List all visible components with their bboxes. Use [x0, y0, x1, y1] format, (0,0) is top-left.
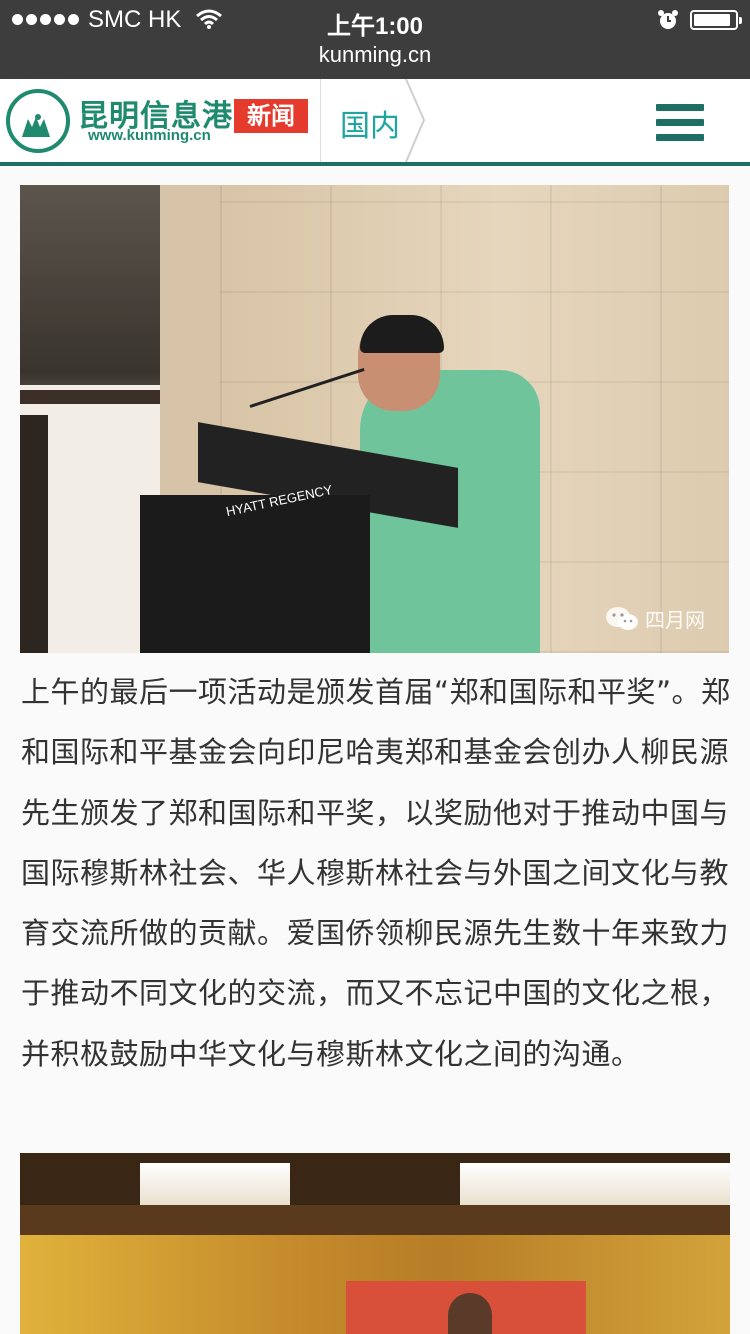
article-paragraph: 上午的最后一项活动是颁发首届“郑和国际和平奖”。郑和国际和平基金会向印尼哈夷郑和… [21, 675, 731, 1071]
logo-url-text: www.kunming.cn [88, 127, 211, 144]
site-header: 昆明信息港 www.kunming.cn 新闻 国内 [0, 79, 750, 166]
chevron-right-icon [405, 79, 426, 162]
article-photo-hall [20, 1153, 730, 1334]
section-label: 国内 [340, 109, 400, 144]
status-bar: SMC HK 上午1:00 [0, 0, 750, 40]
watermark-text: 四月网 [645, 608, 705, 632]
site-logo[interactable]: 昆明信息港 www.kunming.cn 新闻 [6, 89, 308, 153]
browser-top-bar: SMC HK 上午1:00 kunming.cn [0, 0, 750, 79]
address-bar-url[interactable]: kunming.cn [0, 42, 750, 68]
alarm-clock-icon [658, 10, 678, 29]
hamburger-menu-icon[interactable] [656, 104, 704, 144]
logo-emblem-icon [6, 89, 70, 153]
status-time: 上午1:00 [326, 13, 424, 40]
section-breadcrumb[interactable]: 国内 [322, 79, 426, 162]
article-photo-speaker: HYATT REGENCY 四月网 [20, 185, 729, 653]
wechat-icon [606, 606, 638, 630]
news-badge: 新闻 [234, 99, 308, 133]
battery-icon [690, 10, 742, 30]
photo-watermark: 四月网 [605, 604, 705, 633]
header-divider [320, 79, 321, 162]
